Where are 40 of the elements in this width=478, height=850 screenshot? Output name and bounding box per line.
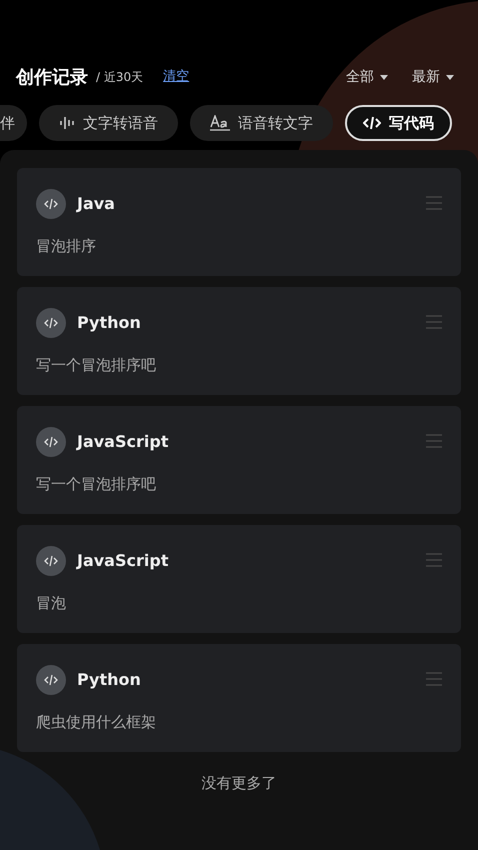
record-prompt: 冒泡 xyxy=(36,593,67,614)
record-prompt: 冒泡排序 xyxy=(36,236,97,257)
record-title: Python xyxy=(77,669,141,691)
tab[interactable]: 写代码 xyxy=(345,105,452,141)
record-title: JavaScript xyxy=(77,431,168,453)
menu-icon[interactable] xyxy=(426,672,442,686)
code-icon xyxy=(36,189,66,219)
text-icon xyxy=(210,115,230,131)
tab[interactable]: 语音转文字 xyxy=(190,105,333,141)
code-icon xyxy=(36,308,66,338)
code-icon xyxy=(36,427,66,457)
tab[interactable]: 伴 xyxy=(0,105,27,141)
record-prompt: 写一个冒泡排序吧 xyxy=(36,474,157,495)
record-title: Java xyxy=(77,193,115,215)
menu-icon[interactable] xyxy=(426,315,442,329)
record-prompt: 写一个冒泡排序吧 xyxy=(36,355,157,376)
filter-dropdown[interactable]: 全部 xyxy=(346,66,388,88)
tab[interactable]: 文字转语音 xyxy=(39,105,178,141)
date-range: / 近30天 xyxy=(96,69,144,86)
record-card[interactable]: Python 爬虫使用什么框架 xyxy=(17,644,461,752)
record-prompt: 爬虫使用什么框架 xyxy=(36,712,157,733)
page-title: 创作记录 xyxy=(16,66,88,90)
menu-icon[interactable] xyxy=(426,196,442,210)
clear-link[interactable]: 清空 xyxy=(163,67,190,87)
menu-icon[interactable] xyxy=(426,434,442,448)
record-card[interactable]: Python 写一个冒泡排序吧 xyxy=(17,287,461,395)
caret-icon xyxy=(446,74,454,80)
end-of-list-text: 没有更多了 xyxy=(200,773,278,794)
record-title: JavaScript xyxy=(77,550,168,572)
caret-icon xyxy=(380,74,388,80)
code-icon xyxy=(363,116,381,130)
menu-icon[interactable] xyxy=(426,553,442,567)
record-card[interactable]: Java 冒泡排序 xyxy=(17,168,461,276)
waveform-icon xyxy=(59,116,75,130)
record-title: Python xyxy=(77,312,141,334)
record-card[interactable]: JavaScript 冒泡 xyxy=(17,525,461,633)
record-card[interactable]: JavaScript 写一个冒泡排序吧 xyxy=(17,406,461,514)
code-icon xyxy=(36,546,66,576)
code-icon xyxy=(36,665,66,695)
filter-dropdown[interactable]: 最新 xyxy=(412,66,454,88)
